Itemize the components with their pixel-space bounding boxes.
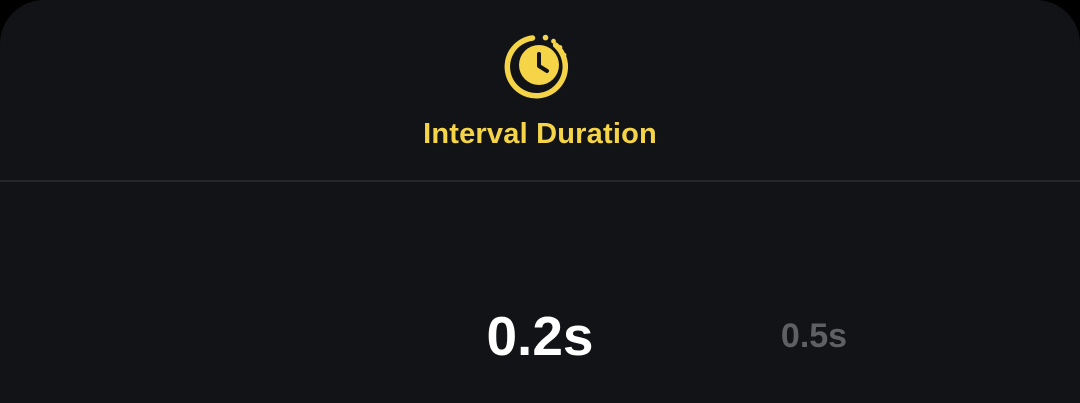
sheet-header: Interval Duration <box>0 0 1080 181</box>
interval-picker[interactable] <box>0 182 1080 403</box>
interval-option-selected[interactable]: 0.2s <box>420 304 660 368</box>
sheet-title: Interval Duration <box>423 118 657 150</box>
interval-option[interactable]: 0.5s <box>754 316 874 356</box>
timer-clock-icon <box>504 34 569 99</box>
interval-duration-sheet: Interval Duration 0.2s 0.5s <box>0 0 1080 403</box>
